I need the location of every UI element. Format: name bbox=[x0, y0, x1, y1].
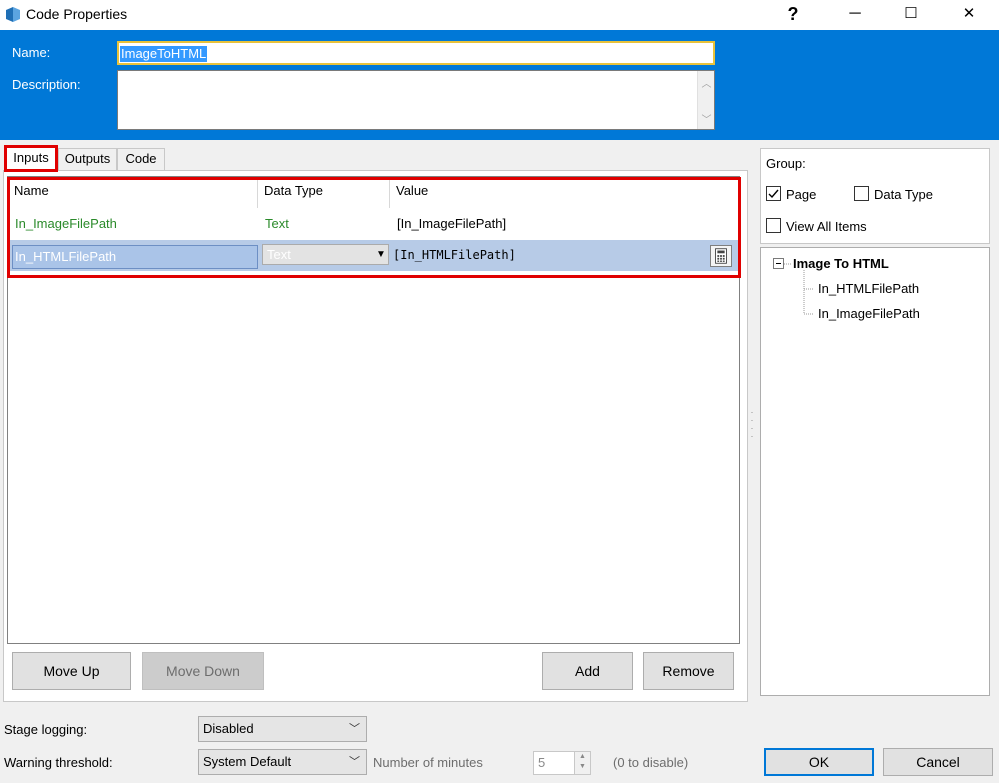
splitter-grip-icon[interactable]: · · · · bbox=[749, 408, 755, 441]
checkmark-icon bbox=[768, 189, 779, 199]
move-up-button[interactable]: Move Up bbox=[12, 652, 131, 690]
minutes-stepper[interactable]: 5 ▲ ▼ bbox=[533, 751, 591, 775]
tab-code[interactable]: Code bbox=[117, 148, 165, 170]
maximize-button[interactable]: ☐ bbox=[888, 0, 934, 30]
scroll-up-icon[interactable]: ︿ bbox=[698, 75, 715, 90]
disable-hint: (0 to disable) bbox=[613, 755, 689, 770]
stage-logging-value: Disabled bbox=[203, 721, 254, 736]
help-button[interactable]: ? bbox=[770, 0, 816, 30]
description-label: Description: bbox=[12, 77, 81, 92]
add-button[interactable]: Add bbox=[542, 652, 633, 690]
cancel-button[interactable]: Cancel bbox=[883, 748, 993, 776]
row-1-data-type[interactable]: Text bbox=[265, 210, 385, 238]
tab-inputs[interactable]: Inputs bbox=[4, 145, 58, 172]
stage-logging-label: Stage logging: bbox=[4, 722, 88, 737]
page-checkbox[interactable] bbox=[766, 186, 781, 201]
minutes-value: 5 bbox=[538, 755, 546, 770]
name-input[interactable]: ImageToHTML bbox=[117, 41, 715, 65]
data-type-checkbox[interactable] bbox=[854, 186, 869, 201]
row-2-data-type-select[interactable]: Text bbox=[262, 244, 389, 265]
data-type-checkbox-label[interactable]: Data Type bbox=[874, 187, 933, 202]
view-all-items-checkbox[interactable] bbox=[766, 218, 781, 233]
stage-logging-select[interactable]: Disabled ﹀ bbox=[198, 716, 367, 742]
tab-outputs[interactable]: Outputs bbox=[58, 148, 117, 170]
description-scrollbar[interactable]: ︿ ﹀ bbox=[697, 71, 714, 129]
description-field[interactable]: ︿ ﹀ bbox=[117, 70, 715, 130]
view-all-items-label[interactable]: View All Items bbox=[786, 219, 867, 234]
minimize-button[interactable]: ─ bbox=[832, 0, 878, 30]
tree-lines bbox=[784, 263, 814, 315]
row-1-value[interactable]: [In_ImageFilePath] bbox=[397, 210, 727, 238]
column-header-name[interactable]: Name bbox=[8, 180, 257, 208]
tree-root-item[interactable]: Image To HTML bbox=[793, 256, 889, 271]
close-button[interactable]: ✕ bbox=[946, 0, 992, 30]
move-down-button[interactable]: Move Down bbox=[142, 652, 264, 690]
row-1-name[interactable]: In_ImageFilePath bbox=[15, 210, 255, 238]
stepper-arrows-icon[interactable]: ▲ ▼ bbox=[574, 752, 590, 774]
page-checkbox-label[interactable]: Page bbox=[786, 187, 816, 202]
row-2-value-input[interactable]: [In_HTMLFilePath] bbox=[393, 245, 703, 265]
tree-item[interactable]: In_ImageFilePath bbox=[818, 306, 920, 321]
warning-threshold-value: System Default bbox=[203, 754, 292, 769]
row-2-name-input[interactable]: In_HTMLFilePath bbox=[12, 245, 258, 269]
column-header-data-type[interactable]: Data Type bbox=[258, 180, 389, 208]
name-input-value: ImageToHTML bbox=[120, 46, 208, 62]
app-icon bbox=[6, 7, 20, 22]
calculator-icon[interactable] bbox=[710, 245, 732, 267]
ok-button[interactable]: OK bbox=[764, 748, 874, 776]
warning-threshold-label: Warning threshold: bbox=[4, 755, 113, 770]
chevron-down-icon: ﹀ bbox=[349, 756, 360, 768]
remove-button[interactable]: Remove bbox=[643, 652, 734, 690]
column-header-value[interactable]: Value bbox=[390, 180, 730, 208]
warning-threshold-select[interactable]: System Default ﹀ bbox=[198, 749, 367, 775]
group-label: Group: bbox=[766, 156, 806, 171]
window-title: Code Properties bbox=[26, 6, 128, 22]
dropdown-arrow-icon[interactable]: ▼ bbox=[373, 244, 389, 265]
scroll-down-icon[interactable]: ﹀ bbox=[698, 111, 715, 126]
name-label: Name: bbox=[12, 45, 51, 60]
minutes-label: Number of minutes bbox=[373, 755, 483, 770]
tree-item[interactable]: In_HTMLFilePath bbox=[818, 281, 919, 296]
chevron-down-icon: ﹀ bbox=[349, 723, 360, 735]
